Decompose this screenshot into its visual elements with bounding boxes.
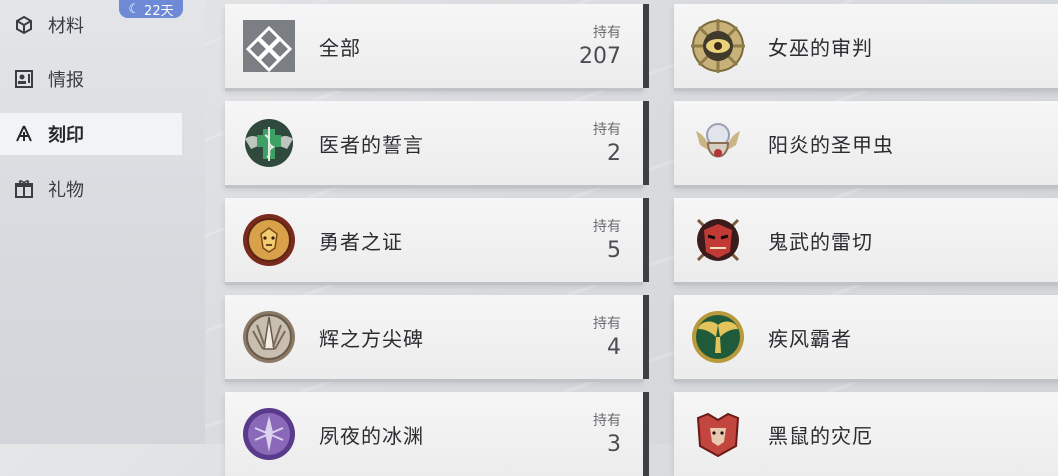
lion-emblem-icon [241,212,297,268]
card-edge [643,101,649,185]
imprint-name: 夙夜的冰渊 [319,423,424,448]
imprint-card[interactable]: 疾风霸者 持有 [674,295,1058,379]
caduceus-emblem-icon [241,115,297,171]
owned-label: 持有 [593,316,621,332]
tripod-icon [13,123,35,145]
owned-count: 4 [607,335,621,360]
imprint-name: 勇者之证 [319,229,403,254]
obelisk-emblem-icon [241,309,297,365]
owned-count: 2 [607,141,621,166]
owned-label: 持有 [593,25,621,41]
imprint-card[interactable]: 阳炎的圣甲虫 持有 [674,101,1058,185]
imprint-card[interactable]: 女巫的审判 持有 [674,4,1058,88]
imprint-card[interactable]: 辉之方尖碑 持有 4 [225,295,649,379]
imprint-name: 疾风霸者 [768,326,852,351]
owned-count: 5 [607,238,621,263]
imprint-card[interactable]: 勇者之证 持有 5 [225,198,649,282]
imprint-card-all[interactable]: 全部 持有 207 [225,4,649,88]
gift-icon [13,178,35,200]
sidebar-item-label: 情报 [48,70,84,91]
sidebar-item-label: 礼物 [48,180,84,201]
scarab-emblem-icon [690,115,746,171]
imprint-card[interactable]: 鬼武的雷切 持有 [674,198,1058,282]
owned-label: 持有 [593,219,621,235]
ice-emblem-icon [241,406,297,462]
imprint-name: 辉之方尖碑 [319,326,424,351]
sidebar-item-label: 材料 [48,16,84,37]
cube-icon [13,14,35,36]
imprint-name: 鬼武的雷切 [768,229,873,254]
imprint-name: 全部 [319,35,361,60]
sidebar-item-intel[interactable]: 情报 [0,58,182,100]
oni-mask-emblem-icon [690,212,746,268]
imprint-card[interactable]: 黑鼠的灾厄 持有 [674,392,1058,476]
rat-emblem-icon [690,406,746,462]
wings-emblem-icon [690,309,746,365]
imprint-name: 女巫的审判 [768,35,873,60]
card-edge [643,198,649,282]
imprint-name: 阳炎的圣甲虫 [768,132,894,157]
id-card-icon [13,68,35,90]
owned-count: 207 [579,44,621,69]
diamond-grid-icon [241,18,297,74]
imprint-name: 医者的誓言 [319,132,424,157]
imprint-card[interactable]: 夙夜的冰渊 持有 3 [225,392,649,476]
imprint-card[interactable]: 医者的誓言 持有 2 [225,101,649,185]
sidebar-item-materials[interactable]: 材料 [0,4,182,46]
imprint-name: 黑鼠的灾厄 [768,423,873,448]
sidebar-item-label: 刻印 [48,125,84,146]
sidebar-item-gifts[interactable]: 礼物 [0,168,182,210]
eye-emblem-icon [690,18,746,74]
owned-label: 持有 [593,413,621,429]
sidebar-item-imprint[interactable]: 刻印 [0,113,182,155]
sidebar: ☾ 22天 材料 情报 刻印 礼物 [0,0,205,444]
card-edge [643,4,649,88]
owned-label: 持有 [593,122,621,138]
owned-count: 3 [607,432,621,457]
card-edge [643,392,649,476]
card-edge [643,295,649,379]
